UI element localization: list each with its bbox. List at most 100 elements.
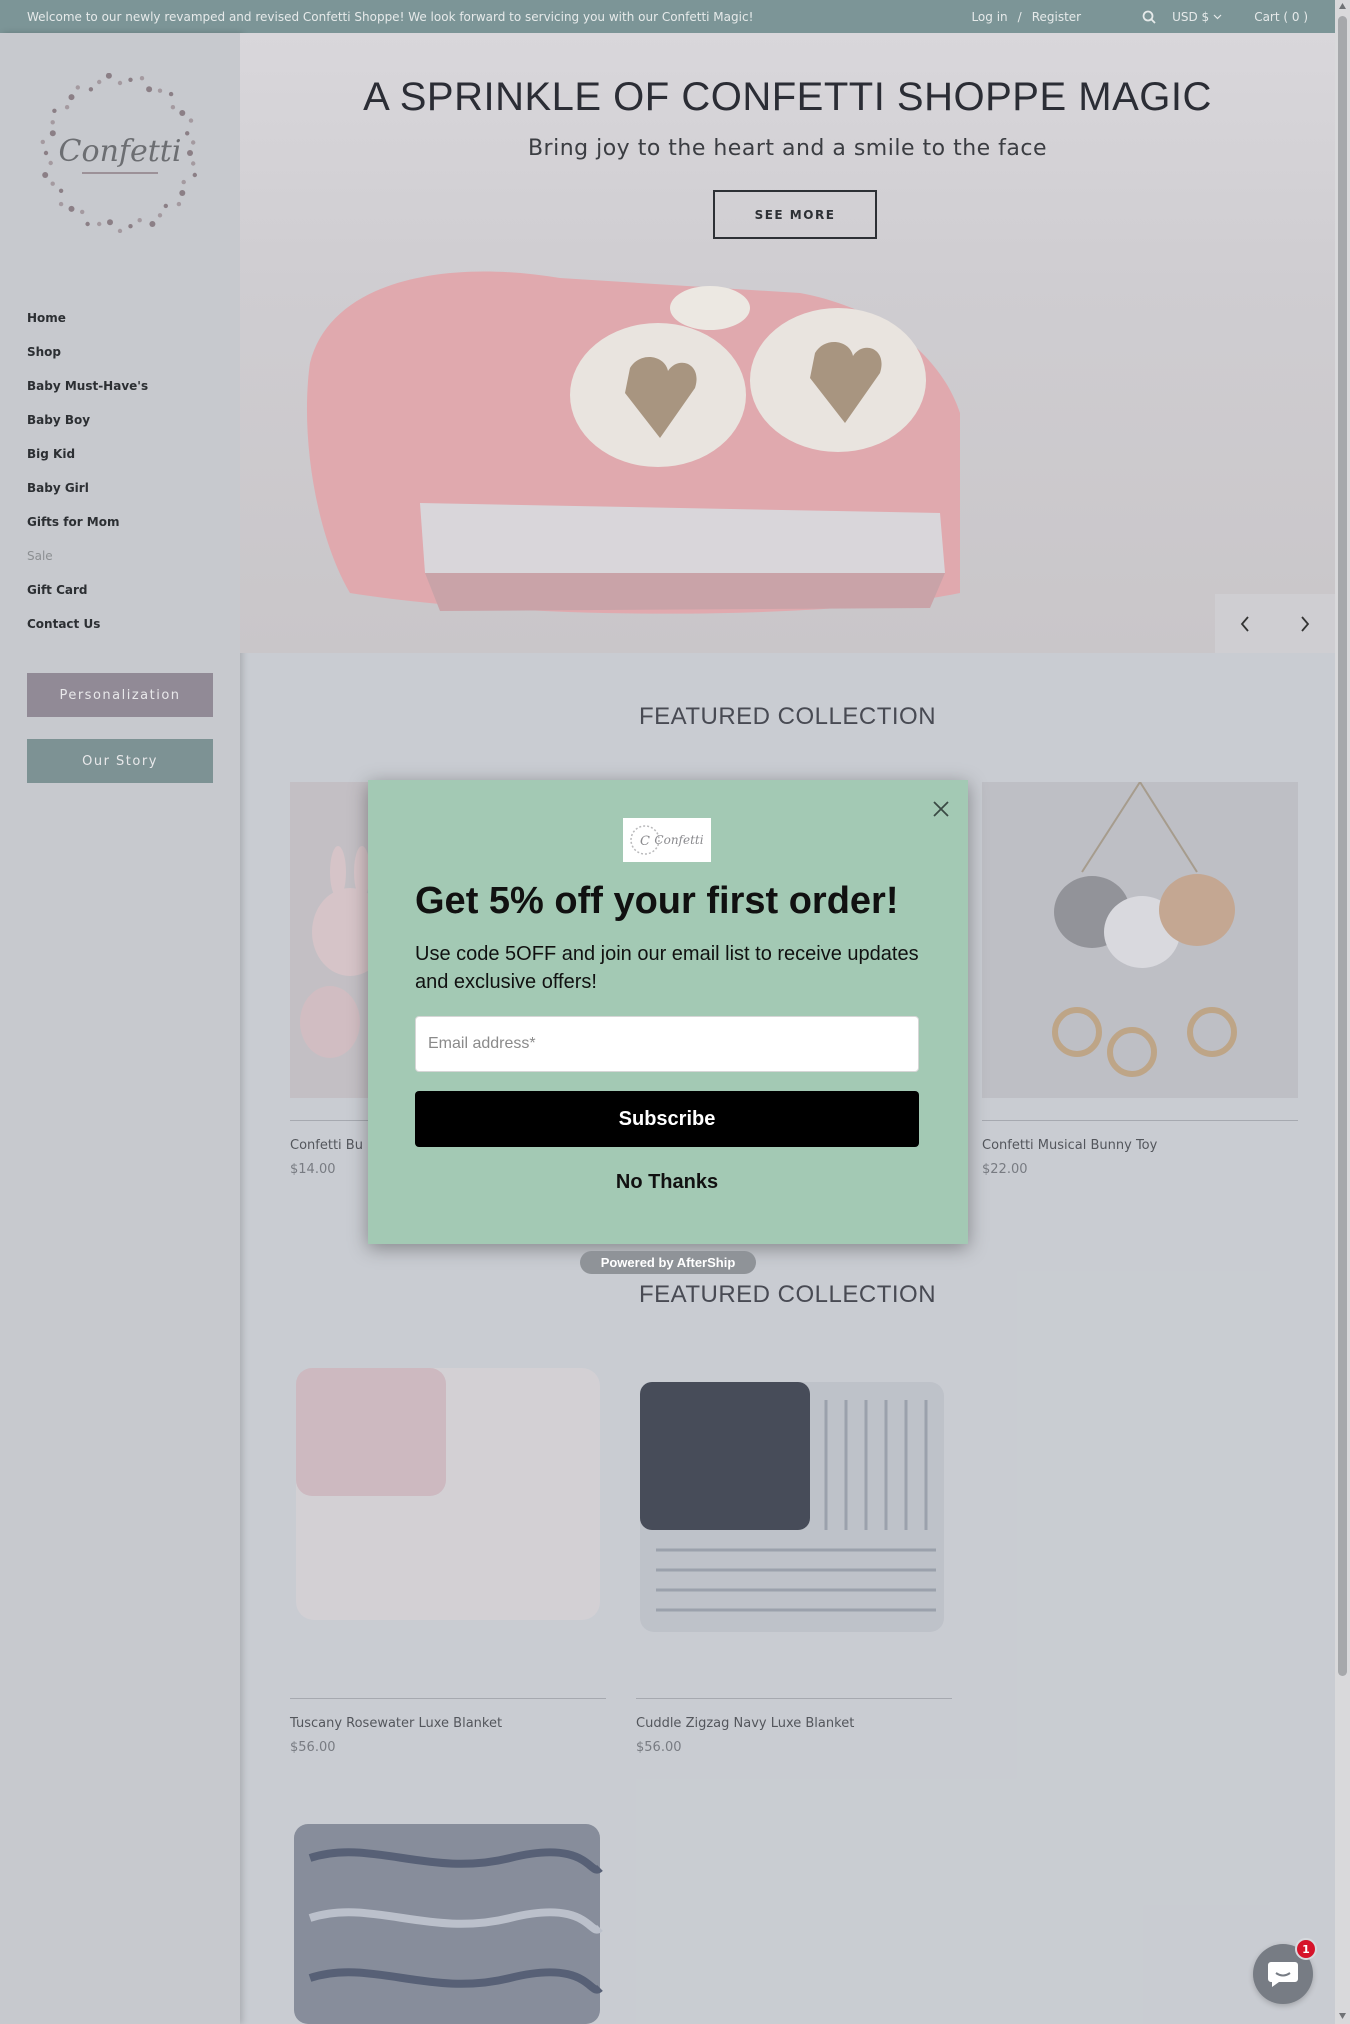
subscribe-button[interactable]: Subscribe xyxy=(415,1091,919,1147)
sidebar-item-baby-boy[interactable]: Baby Boy xyxy=(27,403,148,437)
hero-banner: A SPRINKLE OF CONFETTI SHOPPE MAGIC Brin… xyxy=(240,33,1335,653)
sidebar-item-shop[interactable]: Shop xyxy=(27,335,148,369)
sidebar-item-sale[interactable]: Sale xyxy=(27,539,148,573)
logo-ring-dot xyxy=(117,80,123,86)
logo-ring-dot xyxy=(176,201,182,207)
logo-ring-dot xyxy=(50,181,55,186)
cart-link[interactable]: Cart ( 0 ) xyxy=(1254,10,1308,24)
hero-image xyxy=(306,271,960,614)
logo-ring-dot xyxy=(88,87,94,92)
logo-ring-dot xyxy=(48,160,53,166)
logo-ring-dot xyxy=(187,150,193,156)
currency-selector[interactable]: USD $ xyxy=(1172,10,1222,24)
close-icon[interactable] xyxy=(930,798,952,820)
slide-next-button[interactable] xyxy=(1275,594,1335,653)
search-icon[interactable] xyxy=(1142,10,1156,24)
logo-wordmark: Confetti xyxy=(59,134,182,169)
logo-ring-dot xyxy=(192,172,197,178)
chevron-left-icon xyxy=(1240,615,1249,632)
logo-ring-dot xyxy=(128,224,133,229)
account-links: Log in / Register xyxy=(971,10,1081,24)
email-field[interactable] xyxy=(415,1016,919,1072)
personalization-button[interactable]: Personalization xyxy=(27,673,213,717)
logo-ring-dot xyxy=(185,131,190,136)
popup-description: Use code 5OFF and join our email list to… xyxy=(415,943,919,993)
svg-text:C: C xyxy=(640,834,650,849)
logo-ring-dot xyxy=(179,190,186,196)
logo-ring-dot xyxy=(179,110,186,116)
logo-ring-dot xyxy=(43,150,49,156)
discount-popup: C Confetti Get 5% off your first order! … xyxy=(368,780,968,1244)
chevron-down-icon xyxy=(1213,14,1222,19)
sidebar-item-baby-must-haves[interactable]: Baby Must-Have's xyxy=(27,369,148,403)
announcement-bar: Welcome to our newly revamped and revise… xyxy=(0,0,1335,33)
popup-logo: C Confetti xyxy=(623,818,711,862)
logo-ring-dot xyxy=(52,108,57,113)
hero-title: A SPRINKLE OF CONFETTI SHOPPE MAGIC xyxy=(363,75,1212,119)
logo-ring-dot xyxy=(58,188,64,193)
scroll-up-icon[interactable] xyxy=(1338,2,1347,11)
logo-ring-dot xyxy=(97,79,102,85)
chevron-right-icon xyxy=(1301,615,1310,632)
sidebar-item-big-kid[interactable]: Big Kid xyxy=(27,437,148,471)
chat-bubble-icon xyxy=(1268,1962,1298,1987)
page-scrollbar[interactable] xyxy=(1335,0,1350,2024)
slide-prev-button[interactable] xyxy=(1215,594,1275,653)
logo-ring-dot xyxy=(68,205,75,212)
confetti-logo-small: C Confetti xyxy=(630,825,704,855)
logo-ring-dot xyxy=(80,209,85,215)
logo-ring-dot xyxy=(170,105,176,110)
logo-ring-dot xyxy=(49,130,56,137)
sidebar-item-home[interactable]: Home xyxy=(27,301,148,335)
sidebar-item-gifts-for-mom[interactable]: Gifts for Mom xyxy=(27,505,148,539)
sidebar-item-contact-us[interactable]: Contact Us xyxy=(27,607,148,641)
logo-ring-dot xyxy=(40,139,45,145)
no-thanks-button[interactable]: No Thanks xyxy=(415,1167,919,1197)
logo-ring-dot xyxy=(75,85,80,90)
logo-ring-dot xyxy=(128,77,133,82)
logo-ring-dot xyxy=(163,203,168,209)
our-story-button[interactable]: Our Story xyxy=(27,739,213,783)
logo-ring-dot xyxy=(42,172,49,178)
chat-widget-button[interactable]: 1 xyxy=(1253,1938,1317,2004)
logo-ring-dot xyxy=(117,228,123,233)
announcement-message: Welcome to our newly revamped and revise… xyxy=(27,9,754,24)
logo-ring-dot xyxy=(68,94,75,101)
currency-value: USD $ xyxy=(1172,9,1210,24)
hero-subtitle: Bring joy to the heart and a smile to th… xyxy=(527,136,1048,161)
logo-ring-dot xyxy=(139,76,145,81)
logo-ring-dot xyxy=(105,73,112,79)
logo-ring-dot xyxy=(137,218,142,223)
logo-ring-dot xyxy=(97,221,102,227)
logo-ring-dot xyxy=(107,219,113,226)
see-more-button[interactable]: SEE MORE xyxy=(713,190,877,239)
logo-ring-dot xyxy=(146,86,153,93)
logo-ring-dot xyxy=(58,201,64,207)
logo-ring-dot xyxy=(64,105,70,110)
logo-ring-dot xyxy=(157,213,163,218)
scroll-down-icon[interactable] xyxy=(1338,2011,1347,2020)
confetti-logo[interactable]: Confetti xyxy=(40,73,200,233)
logo-ring-dot xyxy=(191,161,196,166)
logo-ring-dot xyxy=(50,120,55,125)
logo-ring-dot xyxy=(85,221,90,227)
sidebar-nav: Home Shop Baby Must-Have's Baby Boy Big … xyxy=(27,301,148,641)
sidebar-item-baby-girl[interactable]: Baby Girl xyxy=(27,471,148,505)
logo-ring-dot xyxy=(157,88,163,93)
logo-ring-dot xyxy=(188,118,194,123)
logo-ring-dot xyxy=(168,91,174,97)
powered-by-badge[interactable]: Powered by AfterShip xyxy=(580,1251,756,1274)
scrollbar-thumb[interactable] xyxy=(1338,16,1347,1676)
slider-arrows xyxy=(1215,594,1335,653)
login-link[interactable]: Log in xyxy=(971,10,1007,24)
logo-ring-dot xyxy=(149,221,156,227)
logo-ring-dot xyxy=(181,179,186,185)
sidebar-item-gift-card[interactable]: Gift Card xyxy=(27,573,148,607)
logo-ring-dot xyxy=(191,140,196,145)
register-link[interactable]: Register xyxy=(1032,10,1081,24)
popup-headline: Get 5% off your first order! xyxy=(415,880,899,922)
svg-text:Confetti: Confetti xyxy=(654,833,703,847)
link-separator: / xyxy=(1017,9,1022,24)
sidebar: Confetti Home Shop Baby Must-Have's Baby… xyxy=(0,33,240,2024)
notification-badge: 1 xyxy=(1295,1938,1317,1960)
